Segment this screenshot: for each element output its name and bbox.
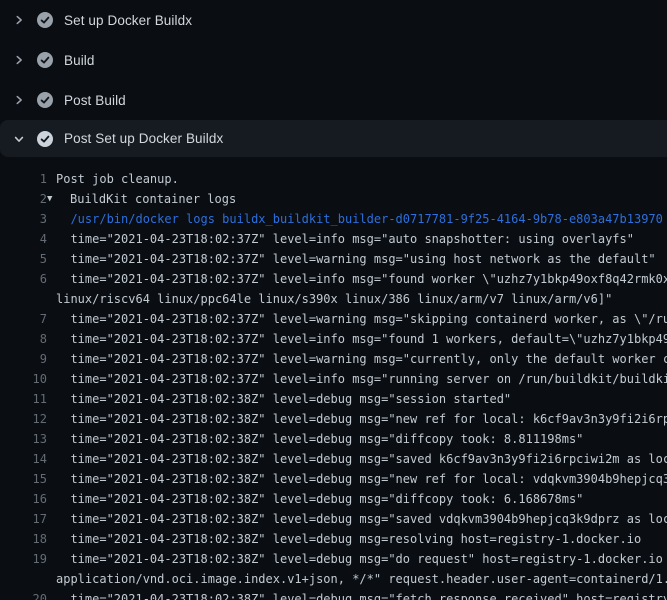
log-line: 12 time="2021-04-23T18:02:38Z" level=deb…	[0, 409, 667, 429]
log-line-text: time="2021-04-23T18:02:38Z" level=debug …	[56, 529, 641, 549]
log-line-number[interactable]	[0, 569, 47, 589]
log-line: 19 time="2021-04-23T18:02:38Z" level=deb…	[0, 549, 667, 569]
log-line-text: time="2021-04-23T18:02:38Z" level=debug …	[56, 469, 667, 489]
log-line-number[interactable]: 12	[0, 409, 47, 429]
check-circle-icon	[37, 131, 53, 147]
log-line-text: time="2021-04-23T18:02:38Z" level=debug …	[56, 449, 667, 469]
log-line: 5 time="2021-04-23T18:02:37Z" level=warn…	[0, 249, 667, 269]
log-output: 1 Post job cleanup. 2 ▼ BuildKit contain…	[0, 157, 667, 600]
log-line-number[interactable]: 9	[0, 349, 47, 369]
log-line-text: time="2021-04-23T18:02:38Z" level=debug …	[56, 409, 667, 429]
step-post-setup-docker-buildx[interactable]: Post Set up Docker Buildx	[0, 120, 667, 157]
check-circle-icon	[37, 12, 53, 28]
log-line-number[interactable]: 7	[0, 309, 47, 329]
log-line-number[interactable]: 17	[0, 509, 47, 529]
log-line: 16 time="2021-04-23T18:02:38Z" level=deb…	[0, 489, 667, 509]
log-line: application/vnd.oci.image.index.v1+json,…	[0, 569, 667, 589]
log-line-number[interactable]: 8	[0, 329, 47, 349]
step-label: Post Build	[64, 93, 126, 108]
chevron-down-icon	[12, 132, 26, 146]
log-line: 9 time="2021-04-23T18:02:37Z" level=warn…	[0, 349, 667, 369]
chevron-right-icon	[12, 93, 26, 107]
log-line-text: time="2021-04-23T18:02:38Z" level=debug …	[56, 389, 511, 409]
log-line-text: time="2021-04-23T18:02:38Z" level=debug …	[56, 429, 583, 449]
log-line-text: time="2021-04-23T18:02:37Z" level=info m…	[56, 329, 667, 349]
log-line: 10 time="2021-04-23T18:02:37Z" level=inf…	[0, 369, 667, 389]
log-line-number[interactable]: 16	[0, 489, 47, 509]
log-line: 2 ▼ BuildKit container logs	[0, 189, 667, 209]
log-line: 4 time="2021-04-23T18:02:37Z" level=info…	[0, 229, 667, 249]
step-list: Set up Docker Buildx Build Post Build	[0, 0, 667, 157]
actions-log-viewer: Set up Docker Buildx Build Post Build	[0, 0, 667, 600]
log-line-text: time="2021-04-23T18:02:37Z" level=warnin…	[56, 249, 656, 269]
step-build[interactable]: Build	[0, 40, 667, 80]
log-line-text: Post job cleanup.	[56, 169, 179, 189]
log-line: 6 time="2021-04-23T18:02:37Z" level=info…	[0, 269, 667, 289]
log-line: 8 time="2021-04-23T18:02:37Z" level=info…	[0, 329, 667, 349]
log-line-text: linux/riscv64 linux/ppc64le linux/s390x …	[56, 289, 612, 309]
log-line-text: application/vnd.oci.image.index.v1+json,…	[56, 569, 667, 589]
log-line-text: time="2021-04-23T18:02:37Z" level=warnin…	[56, 309, 667, 329]
step-label: Build	[64, 53, 95, 68]
log-line: 17 time="2021-04-23T18:02:38Z" level=deb…	[0, 509, 667, 529]
log-line-number[interactable]: 6	[0, 269, 47, 289]
check-circle-icon	[37, 52, 53, 68]
log-line-text: BuildKit container logs	[70, 189, 236, 209]
chevron-right-icon	[12, 13, 26, 27]
log-line-number[interactable]: 2	[0, 189, 47, 209]
step-label: Post Set up Docker Buildx	[64, 131, 223, 146]
log-line-number[interactable]	[0, 289, 47, 309]
log-line-number[interactable]: 11	[0, 389, 47, 409]
log-line: 3 /usr/bin/docker logs buildx_buildkit_b…	[0, 209, 667, 229]
step-post-build[interactable]: Post Build	[0, 80, 667, 120]
chevron-right-icon	[12, 53, 26, 67]
log-line: 14 time="2021-04-23T18:02:38Z" level=deb…	[0, 449, 667, 469]
log-line: linux/riscv64 linux/ppc64le linux/s390x …	[0, 289, 667, 309]
log-line-number[interactable]: 19	[0, 549, 47, 569]
log-line-text: time="2021-04-23T18:02:37Z" level=warnin…	[56, 349, 667, 369]
log-line-text: time="2021-04-23T18:02:37Z" level=info m…	[56, 269, 667, 289]
step-label: Set up Docker Buildx	[64, 13, 192, 28]
log-line-number[interactable]: 13	[0, 429, 47, 449]
log-line: 1 Post job cleanup.	[0, 169, 667, 189]
log-line-text: time="2021-04-23T18:02:38Z" level=debug …	[56, 489, 583, 509]
log-line-number[interactable]: 1	[0, 169, 47, 189]
log-line: 18 time="2021-04-23T18:02:38Z" level=deb…	[0, 529, 667, 549]
log-line: 20 time="2021-04-23T18:02:38Z" level=deb…	[0, 589, 667, 600]
log-line-number[interactable]: 5	[0, 249, 47, 269]
log-line: 11 time="2021-04-23T18:02:38Z" level=deb…	[0, 389, 667, 409]
log-line: 7 time="2021-04-23T18:02:37Z" level=warn…	[0, 309, 667, 329]
log-line-number[interactable]: 18	[0, 529, 47, 549]
log-line-number[interactable]: 3	[0, 209, 47, 229]
log-line-number[interactable]: 15	[0, 469, 47, 489]
log-line-text: time="2021-04-23T18:02:38Z" level=debug …	[56, 589, 667, 600]
log-line-text: time="2021-04-23T18:02:38Z" level=debug …	[56, 549, 667, 569]
log-line-number[interactable]: 20	[0, 589, 47, 600]
step-setup-docker-buildx[interactable]: Set up Docker Buildx	[0, 0, 667, 40]
log-line-number[interactable]: 10	[0, 369, 47, 389]
log-line-text: /usr/bin/docker logs buildx_buildkit_bui…	[56, 209, 663, 229]
log-line-number[interactable]: 14	[0, 449, 47, 469]
log-line: 13 time="2021-04-23T18:02:38Z" level=deb…	[0, 429, 667, 449]
log-line-number[interactable]: 4	[0, 229, 47, 249]
log-line-text: time="2021-04-23T18:02:37Z" level=info m…	[56, 369, 667, 389]
check-circle-icon	[37, 92, 53, 108]
log-line-text: time="2021-04-23T18:02:38Z" level=debug …	[56, 509, 667, 529]
log-line-text: time="2021-04-23T18:02:37Z" level=info m…	[56, 229, 634, 249]
log-line: 15 time="2021-04-23T18:02:38Z" level=deb…	[0, 469, 667, 489]
group-toggle-icon[interactable]: ▼	[47, 189, 61, 209]
